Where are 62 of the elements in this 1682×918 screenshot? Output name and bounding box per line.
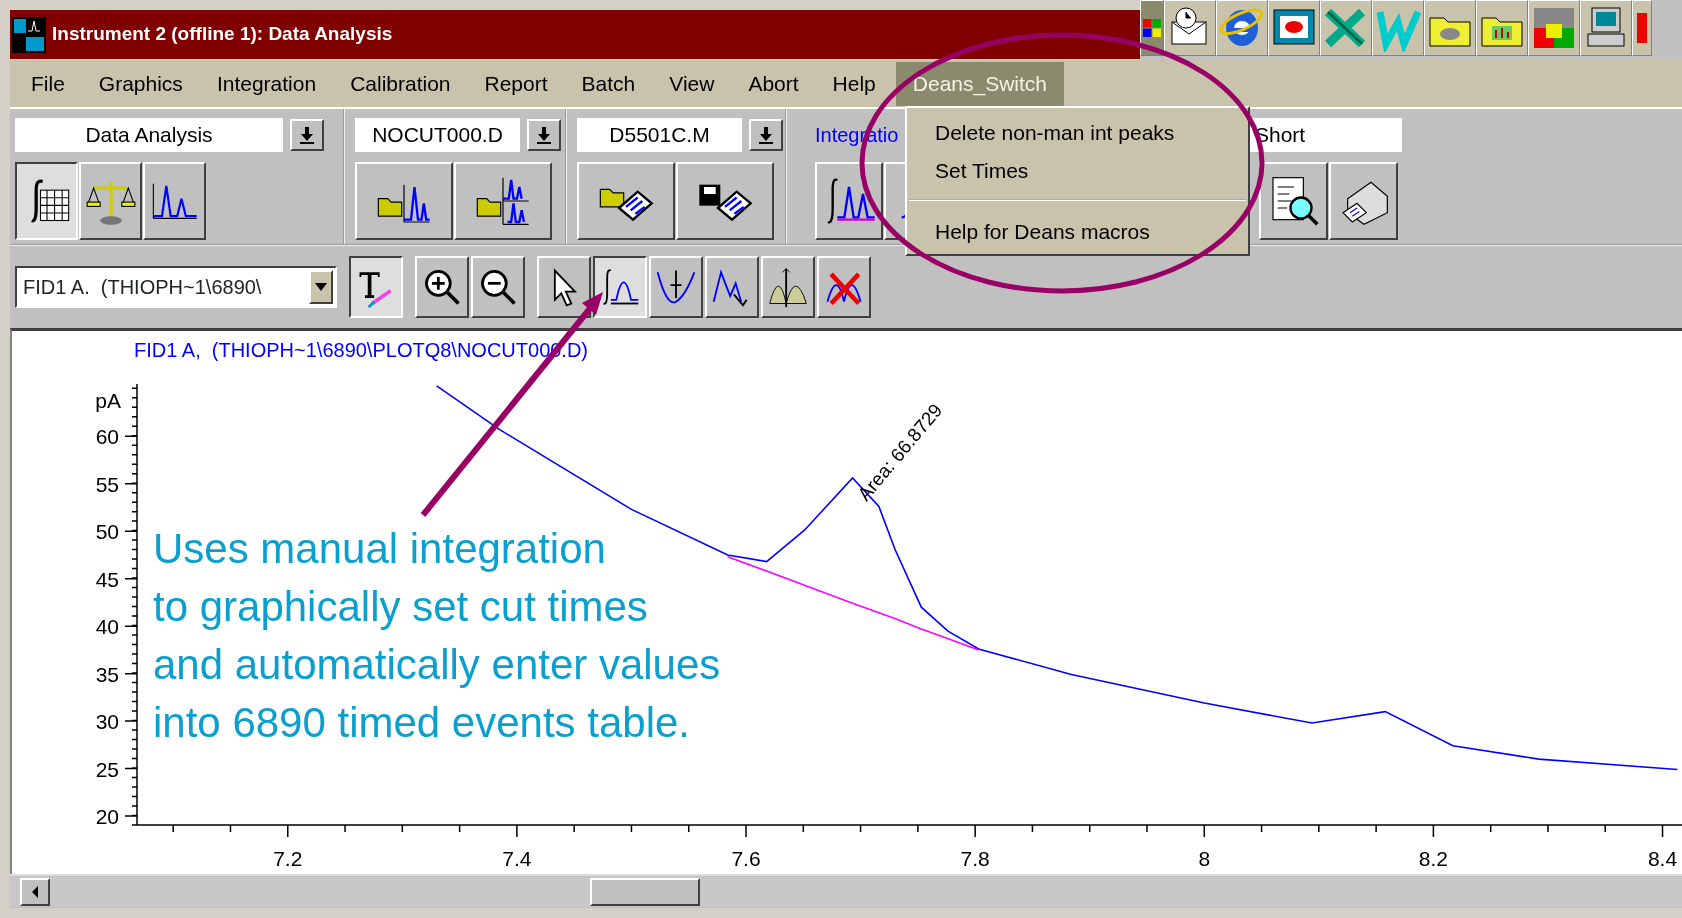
tick-label: 8 xyxy=(1198,847,1211,870)
tick-label: 40 xyxy=(95,615,119,639)
menu-item[interactable]: Batch xyxy=(564,61,653,106)
down-arrow-icon xyxy=(315,283,327,291)
menu-item[interactable]: Abort xyxy=(731,61,816,106)
shortcut-button[interactable] xyxy=(1164,0,1216,56)
combo-box[interactable]: D5501C.M xyxy=(577,118,742,152)
tick-label: 30 xyxy=(95,710,119,734)
shortcut-button[interactable] xyxy=(1476,0,1528,56)
shortcut-button[interactable] xyxy=(1268,0,1320,56)
tick-label: 20 xyxy=(95,805,119,829)
callout-text: Uses manual integration to graphically set cut times and automatically enter values into 6890 timed events table. xyxy=(153,524,721,748)
down-arrow-icon xyxy=(536,126,552,144)
menu-item[interactable]: Help xyxy=(815,61,893,106)
combo-box[interactable]: NOCUT000.D xyxy=(355,118,520,152)
tick-label: 7.2 xyxy=(273,847,303,870)
menu-item[interactable]: Help for Deans macros xyxy=(907,213,1248,251)
block-icon xyxy=(1637,13,1647,43)
shortcut-button[interactable] xyxy=(1216,0,1268,56)
tick-label: 7.8 xyxy=(960,847,990,870)
tick-label: 55 xyxy=(95,472,119,496)
color-squares-icon xyxy=(1143,19,1161,37)
dropdown-button[interactable] xyxy=(309,270,333,304)
menu-item[interactable]: View xyxy=(652,61,732,106)
app-icon xyxy=(12,16,46,53)
scroll-left-button[interactable] xyxy=(20,878,50,906)
launcher-button[interactable] xyxy=(1140,0,1164,56)
tick-label: 7.4 xyxy=(502,847,532,870)
tick-label: 8.2 xyxy=(1418,847,1448,870)
tick-label: 25 xyxy=(95,757,119,781)
menu-item[interactable]: Report xyxy=(467,61,565,106)
shortcut-button[interactable] xyxy=(1424,0,1476,56)
scrollbar[interactable] xyxy=(10,877,1682,907)
shortcut-button[interactable] xyxy=(1320,0,1372,56)
dropdown-button[interactable] xyxy=(290,119,324,151)
menu-item[interactable]: Calibration xyxy=(333,61,468,106)
tick-label: 35 xyxy=(95,662,119,686)
dropdown-button[interactable] xyxy=(749,119,783,151)
scrollbar-thumb[interactable] xyxy=(590,878,700,906)
tick-label: 60 xyxy=(95,425,119,449)
shortcut-button[interactable] xyxy=(1580,0,1632,56)
toolbar-button[interactable] xyxy=(593,256,647,318)
tick-label: 50 xyxy=(95,520,119,544)
dropdown-button[interactable] xyxy=(527,119,561,151)
menu-item[interactable]: Set Times xyxy=(907,152,1248,190)
menu-item[interactable]: Graphics xyxy=(81,61,200,106)
left-arrow-icon xyxy=(30,885,40,899)
combo-box[interactable]: Data Analysis xyxy=(15,118,283,152)
down-arrow-icon xyxy=(758,126,774,144)
split-peaks-icon xyxy=(766,265,810,309)
menu-item[interactable]: Integration xyxy=(199,61,334,106)
toolbar-button[interactable] xyxy=(349,256,403,318)
toolbar-button[interactable] xyxy=(15,162,78,240)
menu-item[interactable]: Delete non-man int peaks xyxy=(907,114,1248,152)
menu-item[interactable]: File xyxy=(14,61,82,106)
tick-label: 8.4 xyxy=(1647,847,1678,870)
tick-label: 7.6 xyxy=(731,847,761,870)
down-arrow-icon xyxy=(299,126,315,144)
combo-box[interactable]: FID1 A. (THIOPH~1\6890\ xyxy=(15,266,337,308)
tick-label: 45 xyxy=(95,567,119,591)
window-title: Instrument 2 (offline 1): Data Analysis xyxy=(52,22,393,47)
axis-title: pA xyxy=(95,389,121,412)
